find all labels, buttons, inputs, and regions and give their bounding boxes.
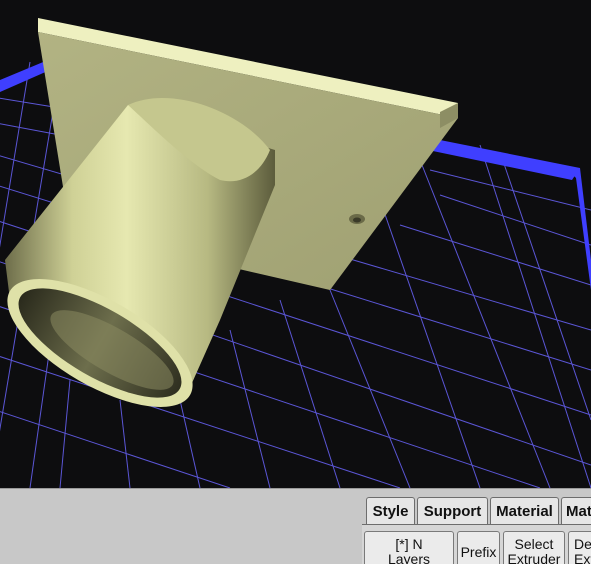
default-extruder-line1: De xyxy=(574,536,591,552)
n-layers-button[interactable]: [*] N Layers xyxy=(364,531,454,564)
n-layers-line1: [*] N xyxy=(395,536,423,552)
prefix-button[interactable]: Prefix xyxy=(457,531,500,564)
prefix-label: Prefix xyxy=(460,544,497,560)
select-extruder-line1: Select xyxy=(514,536,554,552)
default-extruder-line2: Ext xyxy=(574,551,591,564)
default-extruder-button[interactable]: De Ext xyxy=(568,531,591,564)
tab-style[interactable]: Style xyxy=(366,497,415,525)
3d-viewport[interactable] xyxy=(0,0,591,488)
tab-material-overflow[interactable]: Mat xyxy=(561,497,591,525)
bottom-panel: Style Support Material Mat [*] N Layers … xyxy=(0,488,591,564)
tab-support[interactable]: Support xyxy=(417,497,488,525)
tab-material[interactable]: Material xyxy=(490,497,559,525)
scene[interactable] xyxy=(0,0,591,488)
select-extruder-line2: Extruder xyxy=(507,551,561,564)
n-layers-line2: Layers xyxy=(387,551,431,564)
select-extruder-button[interactable]: Select Extruder xyxy=(503,531,565,564)
